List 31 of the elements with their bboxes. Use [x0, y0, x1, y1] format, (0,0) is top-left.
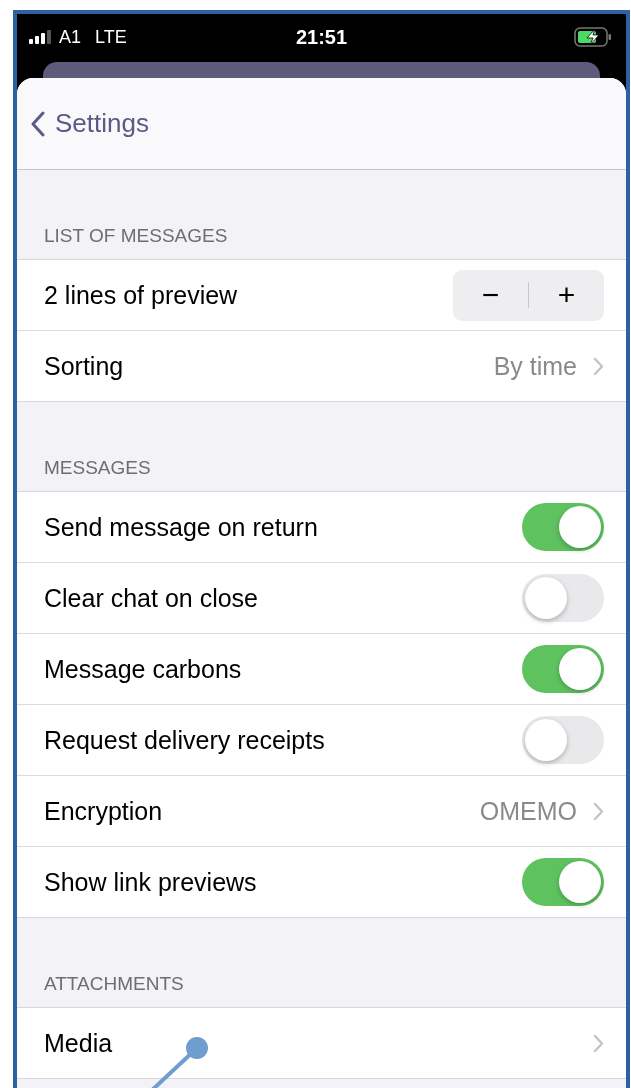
section-header: ATTACHMENTS — [44, 973, 184, 995]
chevron-right-icon — [593, 1033, 604, 1053]
row-label: Media — [44, 1028, 113, 1058]
clock-time: 21:51 — [295, 25, 348, 49]
row-label: Clear chat on close — [44, 583, 258, 613]
chevron-right-icon — [593, 801, 604, 821]
chevron-right-icon — [593, 356, 604, 376]
section-header: LIST OF MESSAGES — [44, 225, 228, 247]
decrement-button[interactable]: − — [453, 269, 528, 321]
increment-button[interactable]: + — [529, 269, 604, 321]
charging-battery-icon — [574, 27, 612, 47]
back-button[interactable]: Settings — [31, 108, 149, 139]
row-label: Sorting — [44, 351, 124, 381]
row-label: Request delivery receipts — [44, 725, 325, 755]
network-type: LTE — [95, 26, 127, 48]
back-chevron-icon — [31, 110, 45, 137]
toggle-switch[interactable] — [522, 716, 604, 764]
row-label: Send message on return — [44, 512, 318, 542]
row-value: By time — [493, 351, 577, 381]
toggle-switch[interactable] — [522, 858, 604, 906]
row-label: Encryption — [44, 796, 163, 826]
row-label: Message carbons — [44, 654, 242, 684]
section-header: MESSAGES — [44, 457, 151, 479]
toggle-switch[interactable] — [522, 503, 604, 551]
toggle-switch[interactable] — [522, 574, 604, 622]
row-value: OMEMO — [479, 796, 577, 826]
toggle-switch[interactable] — [522, 645, 604, 693]
row-label: 2 lines of preview — [44, 280, 238, 310]
signal-icon — [29, 30, 51, 44]
row-label: Show link previews — [44, 867, 257, 897]
carrier-name: A1 — [59, 26, 82, 48]
